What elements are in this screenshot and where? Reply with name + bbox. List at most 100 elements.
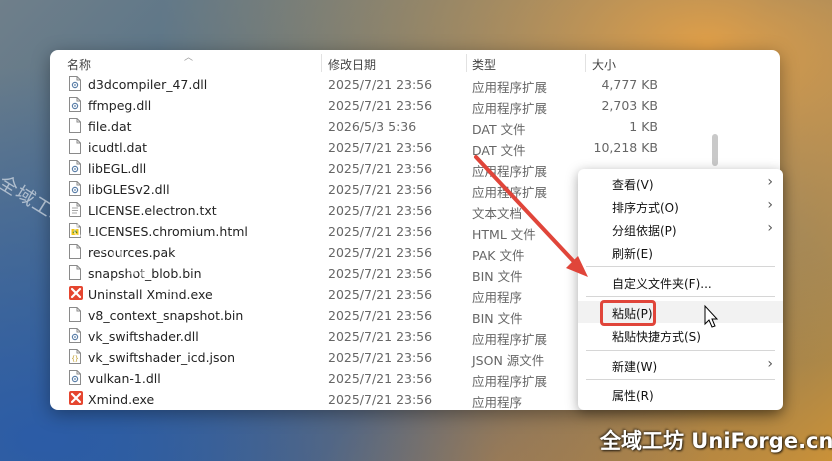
column-header-name[interactable]: 名称 — [67, 56, 91, 74]
menu-item-label: 粘贴快捷方式(S) — [612, 330, 701, 344]
file-name: file.dat — [88, 119, 132, 134]
column-divider[interactable] — [321, 54, 322, 72]
file-name: v8_context_snapshot.bin — [88, 308, 244, 323]
dll-file-icon — [69, 76, 81, 91]
file-name: icudtl.dat — [88, 140, 148, 155]
dll-file-icon — [69, 328, 81, 343]
file-date: 2025/7/21 23:56 — [328, 98, 433, 113]
blank-file-icon — [69, 139, 81, 154]
file-row[interactable]: icudtl.dat 2025/7/21 23:56 DAT 文件 10,218 KB — [50, 137, 780, 158]
watermark-corner: 全域工坊 UniForge.cn — [600, 429, 832, 453]
menu-item-customize-folder[interactable]: 自定义文件夹(F)... — [578, 271, 783, 293]
file-type: DAT 文件 — [472, 122, 526, 137]
menu-separator — [586, 266, 775, 267]
chevron-right-icon: › — [767, 356, 773, 372]
file-date: 2025/7/21 23:56 — [328, 203, 433, 218]
file-type: 应用程序扩展 — [472, 164, 548, 179]
file-date: 2025/7/21 23:56 — [328, 224, 433, 239]
column-header-type[interactable]: 类型 — [472, 56, 496, 74]
file-type: BIN 文件 — [472, 311, 523, 326]
dll-file-icon — [69, 370, 81, 385]
svg-text:{}: {} — [71, 356, 78, 363]
file-name: vulkan-1.dll — [88, 371, 161, 386]
chevron-right-icon: › — [767, 174, 773, 190]
menu-item-label: 新建(W) — [612, 360, 658, 374]
file-date: 2026/5/3 5:36 — [328, 119, 417, 134]
file-name: LICENSE.electron.txt — [88, 203, 217, 218]
file-date: 2025/7/21 23:56 — [328, 266, 433, 281]
column-divider[interactable] — [585, 54, 586, 72]
menu-item-sort[interactable]: 排序方式(O) › — [578, 195, 783, 217]
menu-item-label: 属性(R) — [612, 389, 654, 403]
file-type: 应用程序扩展 — [472, 80, 548, 95]
file-row[interactable]: ffmpeg.dll 2025/7/21 23:56 应用程序扩展 2,703 KB — [50, 95, 780, 116]
menu-item-group[interactable]: 分组依据(P) › — [578, 218, 783, 240]
file-size: 4,777 KB — [601, 77, 658, 92]
file-type: BIN 文件 — [472, 269, 523, 284]
file-name: vk_swiftshader_icd.json — [88, 350, 236, 365]
blank-file-icon — [69, 265, 81, 280]
file-type: PAK 文件 — [472, 248, 525, 263]
file-type: 应用程序 — [472, 395, 523, 410]
vertical-scrollbar[interactable] — [712, 134, 718, 166]
file-date: 2025/7/21 23:56 — [328, 392, 433, 407]
sort-ascending-icon: ︿ — [184, 53, 194, 63]
file-date: 2025/7/21 23:56 — [328, 140, 433, 155]
file-date: 2025/7/21 23:56 — [328, 329, 433, 344]
dll-file-icon — [69, 97, 81, 112]
file-type: 应用程序扩展 — [472, 374, 548, 389]
menu-item-new[interactable]: 新建(W) › — [578, 354, 783, 376]
file-name: vk_swiftshader.dll — [88, 329, 199, 344]
file-date: 2025/7/21 23:56 — [328, 371, 433, 386]
column-header-date[interactable]: 修改日期 — [328, 56, 376, 74]
column-header-row: ︿ 名称 修改日期 类型 大小 — [50, 52, 780, 74]
menu-separator — [586, 379, 775, 380]
column-divider[interactable] — [466, 54, 467, 72]
file-date: 2025/7/21 23:56 — [328, 308, 433, 323]
menu-separator — [586, 350, 775, 351]
menu-item-view[interactable]: 查看(V) › — [578, 172, 783, 194]
file-size: 10,218 KB — [593, 140, 658, 155]
menu-item-paste-shortcut[interactable]: 粘贴快捷方式(S) — [578, 324, 783, 346]
file-name: libEGL.dll — [88, 161, 147, 176]
json-file-icon: {} — [69, 349, 81, 364]
dll-file-icon — [69, 160, 81, 175]
file-name: d3dcompiler_47.dll — [88, 77, 208, 92]
xmind-app-icon — [69, 286, 83, 301]
file-row[interactable]: file.dat 2026/5/3 5:36 DAT 文件 1 KB — [50, 116, 780, 137]
menu-item-properties[interactable]: 属性(R) — [578, 383, 783, 405]
file-type: 应用程序扩展 — [472, 185, 548, 200]
file-date: 2025/7/21 23:56 — [328, 350, 433, 365]
menu-item-label: 刷新(E) — [612, 247, 653, 261]
chevron-right-icon: › — [767, 220, 773, 236]
dll-file-icon — [69, 181, 81, 196]
context-menu: 查看(V) › 排序方式(O) › 分组依据(P) › 刷新(E) 自定义文件夹… — [578, 169, 783, 410]
chevron-right-icon: › — [767, 197, 773, 213]
menu-item-label: 查看(V) — [612, 178, 654, 192]
file-type: 应用程序 — [472, 290, 523, 305]
paste-highlight-annotation — [600, 300, 656, 326]
file-date: 2025/7/21 23:56 — [328, 245, 433, 260]
file-row[interactable]: d3dcompiler_47.dll 2025/7/21 23:56 应用程序扩展 4… — [50, 74, 780, 95]
menu-item-label: 自定义文件夹(F)... — [612, 277, 712, 291]
blank-file-icon — [69, 118, 81, 133]
blank-file-icon — [69, 244, 81, 259]
blank-file-icon — [69, 307, 81, 322]
file-type: 应用程序扩展 — [472, 101, 548, 116]
xmind-app-icon — [69, 391, 83, 406]
file-type: HTML 文件 — [472, 227, 536, 242]
file-name: libGLESv2.dll — [88, 182, 170, 197]
file-date: 2025/7/21 23:56 — [328, 182, 433, 197]
file-date: 2025/7/21 23:56 — [328, 77, 433, 92]
file-name: Xmind.exe — [88, 392, 155, 407]
menu-item-refresh[interactable]: 刷新(E) — [578, 241, 783, 263]
file-type: 应用程序扩展 — [472, 332, 548, 347]
file-type: DAT 文件 — [472, 143, 526, 158]
file-type: 文本文档 — [472, 206, 523, 221]
file-type: JSON 源文件 — [472, 353, 545, 368]
file-date: 2025/7/21 23:56 — [328, 161, 433, 176]
file-date: 2025/7/21 23:56 — [328, 287, 433, 302]
file-size: 2,703 KB — [601, 98, 658, 113]
menu-item-label: 分组依据(P) — [612, 224, 677, 238]
column-header-size[interactable]: 大小 — [592, 56, 616, 74]
